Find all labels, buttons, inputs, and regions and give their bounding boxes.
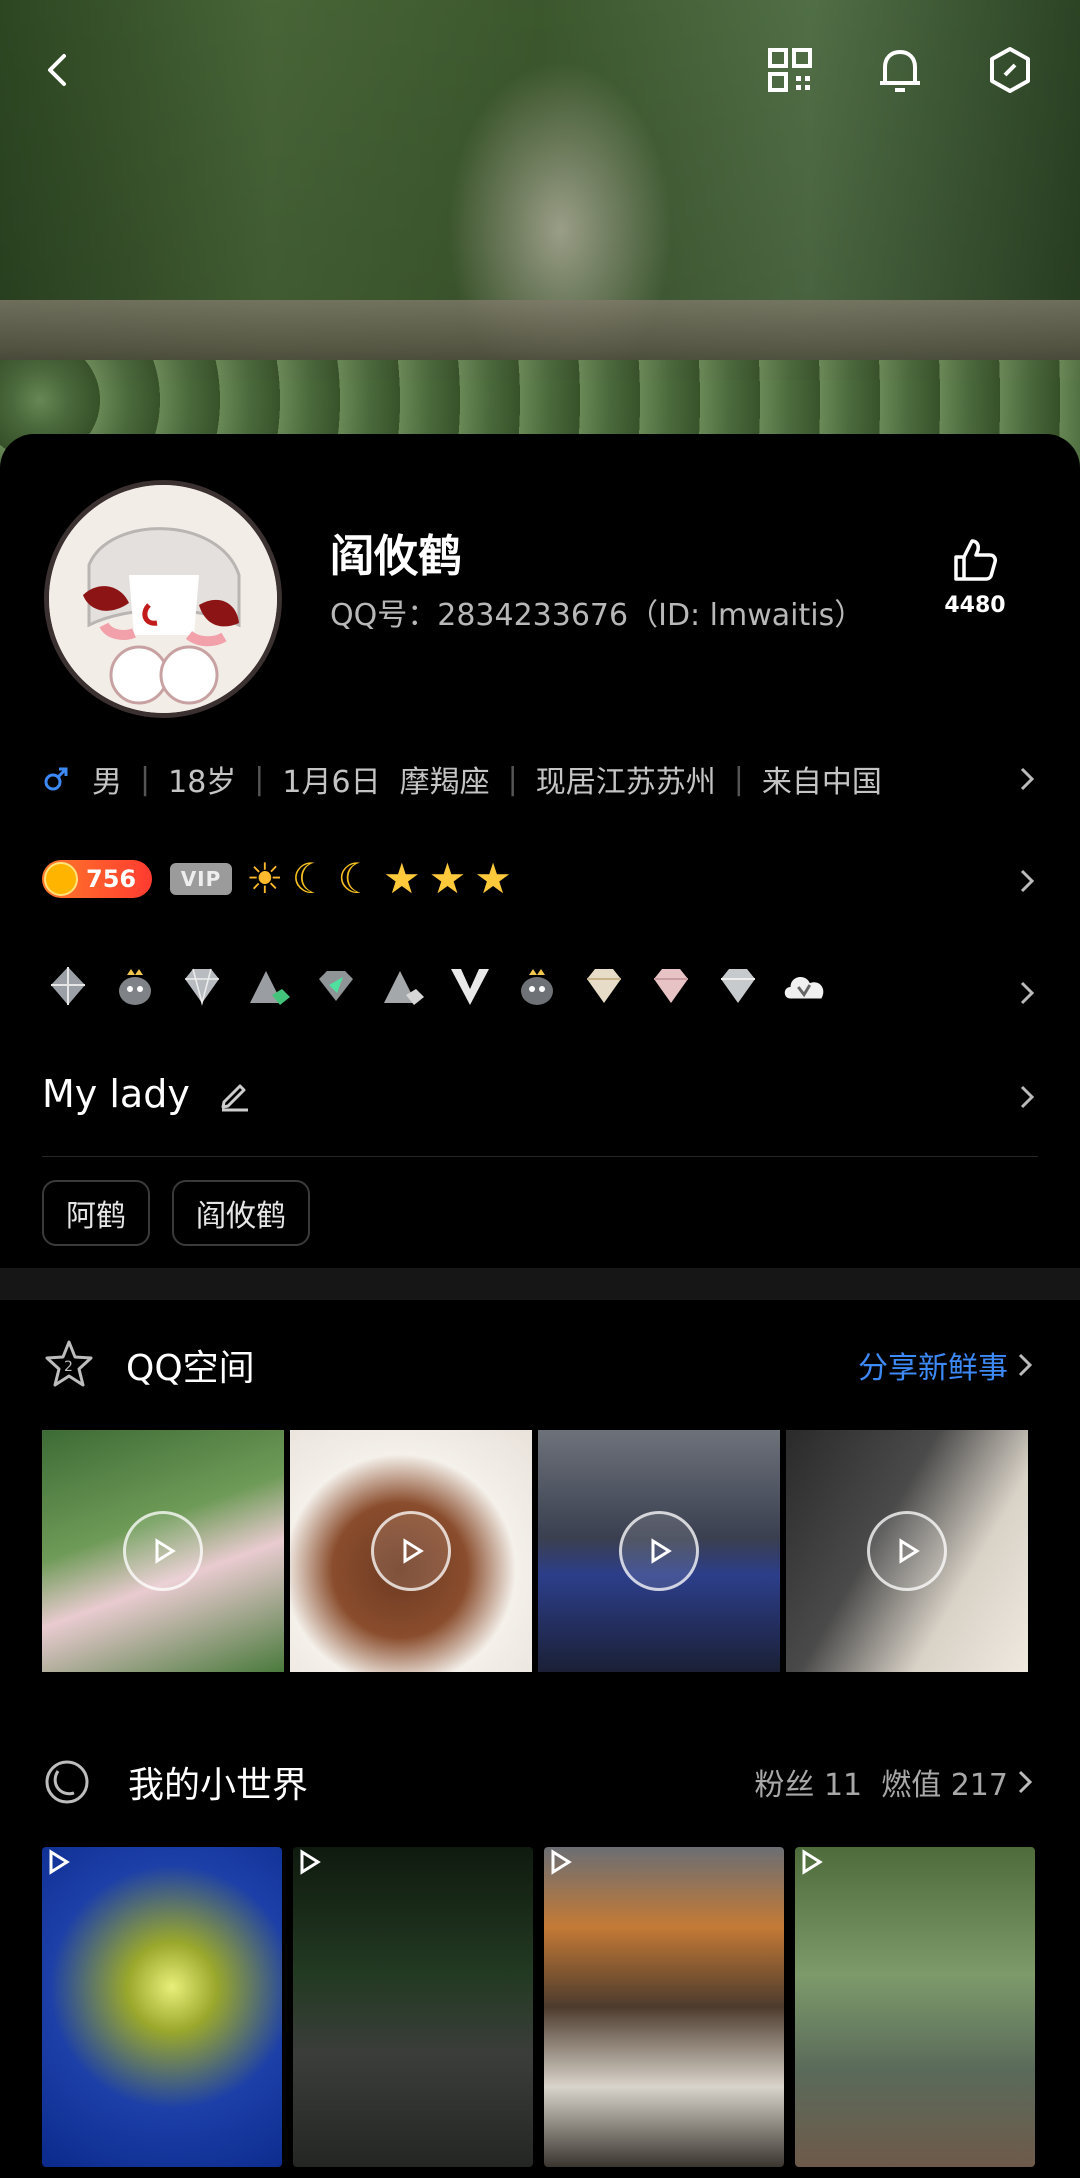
green-diamond-icon [310,960,362,1012]
play-icon [544,1847,784,1881]
grade-star-icon: ★ [428,854,467,903]
cloud-v-icon [779,960,831,1012]
world-video-road[interactable] [293,1847,533,2167]
qzone-title: QQ空间 [126,1348,255,1389]
male-icon [44,767,68,791]
chevron-right-icon[interactable] [1014,980,1040,1006]
like-count: 4480 [944,593,1006,618]
settings-hexagon-icon[interactable] [980,40,1040,100]
chevron-right-icon[interactable] [1014,766,1040,792]
crystal-icon [42,960,94,1012]
play-icon [123,1511,203,1591]
grade-moon-icon: ☾ [291,854,330,903]
grade-star-icon: ★ [474,854,512,903]
qzone-video-icecream[interactable] [290,1430,532,1672]
qzone-star-icon: 2 [45,1340,93,1387]
grade-sun-icon: ☀ [246,854,284,903]
play-icon [42,1847,282,1881]
avatar[interactable] [44,480,282,718]
thumbs-up-icon [954,539,997,581]
info-birthday: 1月6日 摩羯座 [282,765,490,800]
chevron-right-icon[interactable] [1014,868,1040,894]
small-world-title: 我的小世界 [128,1765,309,1806]
share-news-link[interactable]: 分享新鲜事 [858,1343,1008,1387]
mountain-gem-icon [243,960,295,1012]
qr-code-icon[interactable] [760,40,820,100]
info-gender: 男 [92,765,122,800]
world-video-garden[interactable] [795,1847,1035,2167]
tag-item[interactable]: 阿鹤 [42,1180,150,1246]
bell-icon[interactable] [870,40,930,100]
play-icon [619,1511,699,1591]
pink-diamond-icon [645,960,697,1012]
chevron-right-icon[interactable] [1014,1084,1040,1110]
info-hometown: 来自中国 [761,765,882,800]
like-button[interactable]: 4480 [935,535,1015,618]
section-gap [0,1268,1080,1300]
chevron-right-icon[interactable] [1012,1352,1038,1378]
mountain-gem-icon [377,960,429,1012]
level-badge: 756 [42,860,152,898]
planet-icon [45,1760,89,1804]
play-icon [867,1511,947,1591]
v-badge-icon [444,960,496,1012]
play-icon [371,1511,451,1591]
penguin-crown-icon [511,960,563,1012]
qzone-thumbnails [42,1430,1034,1672]
qq-number[interactable]: QQ号：2834233676（ID: lmwaitis） [330,590,864,634]
qzone-video-room[interactable] [786,1430,1028,1672]
info-age: 18岁 [168,765,237,800]
qzone-header[interactable]: 2 QQ空间 分享新鲜事 [42,1335,1038,1395]
level-badges-row[interactable]: 756 VIP ☀ ☾ ☾ ★ ★ ★ [42,858,520,900]
play-icon [795,1847,1035,1881]
edit-pencil-icon[interactable] [216,1076,252,1112]
chevron-right-icon[interactable] [1012,1769,1038,1795]
vip-badge: VIP [170,863,232,895]
profile-name: 阎攸鹤 [330,531,462,582]
divider [42,1156,1038,1157]
penguin-crown-icon [109,960,161,1012]
level-value: 756 [86,865,137,893]
small-world-stats: 粉丝 11 燃值 217 [754,1768,1008,1803]
tag-list: 阿鹤 阎攸鹤 [42,1180,332,1246]
signature-text: My lady [42,1072,190,1116]
qzone-video-city-phone[interactable] [538,1430,780,1672]
back-icon[interactable] [28,40,88,100]
play-icon [293,1847,533,1881]
world-video-food[interactable] [544,1847,784,2167]
world-video-night-tree[interactable] [42,1847,282,2167]
grade-moon-icon: ☾ [337,854,375,903]
signature-row[interactable]: My lady [42,1072,252,1116]
svg-text:2: 2 [64,1359,73,1375]
tag-item[interactable]: 阎攸鹤 [172,1180,310,1246]
service-icons-row[interactable] [42,960,846,1012]
qzone-video-roses[interactable] [42,1430,284,1672]
gold-diamond-icon [578,960,630,1012]
small-world-thumbnails [42,1847,1046,2167]
small-world-header[interactable]: 我的小世界 粉丝 11 燃值 217 [42,1752,1038,1812]
info-location: 现居江苏苏州 [535,765,716,800]
silver-diamond-icon [712,960,764,1012]
sun-icon [44,862,78,896]
profile-info-row[interactable]: 男 | 18岁 | 1月6日 摩羯座 | 现居江苏苏州 | 来自中国 [42,757,882,801]
top-bar [0,30,1080,110]
diamond-icon [176,960,228,1012]
qq-grade-icons: ☀ ☾ ☾ ★ ★ ★ [246,858,520,900]
grade-star-icon: ★ [382,854,421,903]
